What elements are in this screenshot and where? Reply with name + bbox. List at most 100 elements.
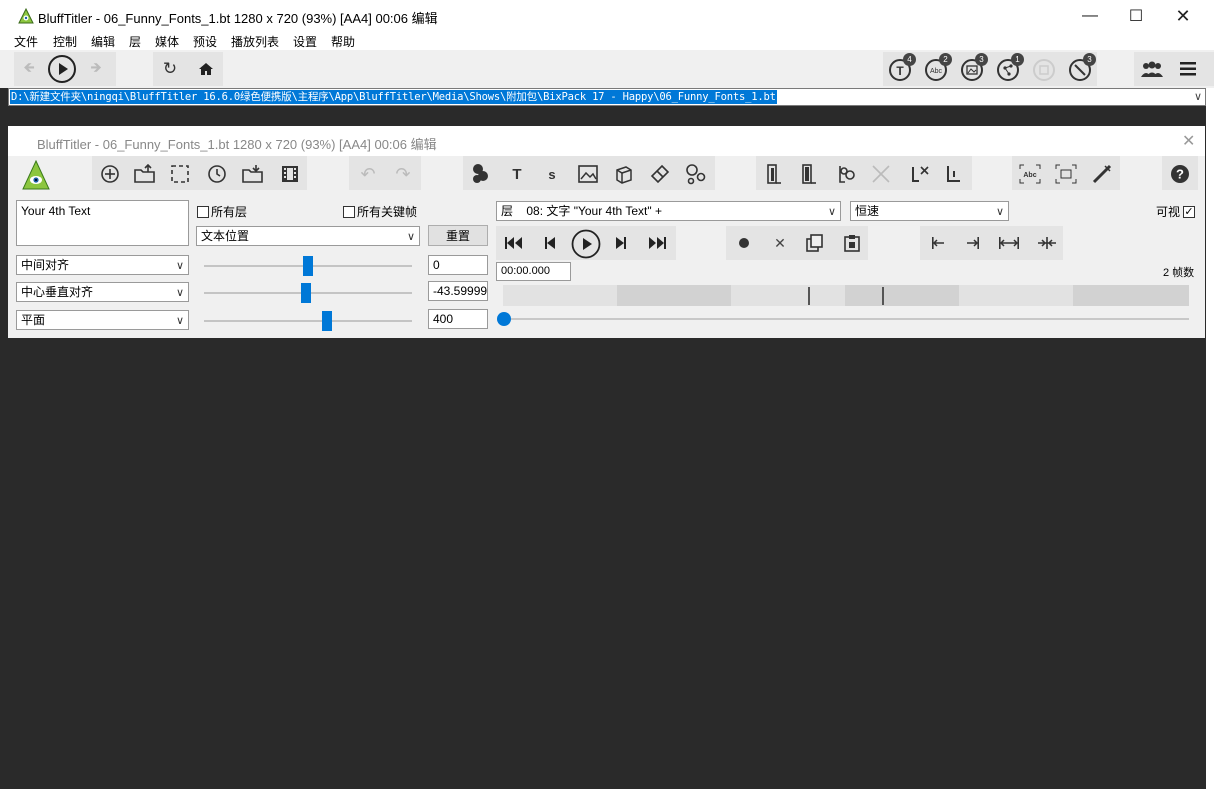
all-keyframes-checkbox[interactable]: 所有关键帧 <box>343 203 417 220</box>
layer-select[interactable]: 层 08: 文字 "Your 4th Text" + ∨ <box>496 201 841 221</box>
editor-window-title: BluffTitler - 06_Funny_Fonts_1.bt 1280 x… <box>37 137 437 152</box>
range-collapse-icon[interactable] <box>1036 233 1058 253</box>
play-icon[interactable] <box>570 228 602 260</box>
close-icon[interactable]: ✕ <box>1160 0 1206 32</box>
menu-file[interactable]: 文件 <box>14 33 38 50</box>
layer-insert-icon[interactable] <box>941 162 965 186</box>
picture-icon[interactable] <box>576 162 600 186</box>
copy-icon[interactable] <box>804 232 826 254</box>
x-value-field[interactable]: 0 <box>428 255 488 275</box>
layer-unlink-icon[interactable] <box>869 162 893 186</box>
file-group <box>92 156 307 190</box>
paste-icon[interactable] <box>841 232 863 254</box>
skip-to-start-icon[interactable] <box>504 233 524 253</box>
reset-button[interactable]: 重置 <box>428 225 488 246</box>
checkbox-box[interactable] <box>343 205 355 218</box>
cube-icon[interactable] <box>612 162 636 186</box>
z-slider-thumb[interactable] <box>321 311 332 331</box>
blufftitler-logo-icon <box>18 8 34 24</box>
plane-value: 平面 <box>21 313 46 327</box>
keyframe-marker[interactable] <box>882 287 884 305</box>
font-abc-icon[interactable]: Abc <box>1018 162 1042 186</box>
time-field[interactable]: 00:00.000 <box>496 262 571 281</box>
magic-wand-icon[interactable] <box>1090 162 1114 186</box>
y-value-field[interactable]: -43.5999985 <box>428 281 488 301</box>
minimize-icon[interactable]: — <box>1067 0 1113 32</box>
timeline-track[interactable] <box>503 285 1189 306</box>
horizontal-align-value: 中间对齐 <box>21 258 70 272</box>
speed-select[interactable]: 恒速 ∨ <box>850 201 1009 221</box>
import-folder-icon[interactable] <box>241 162 265 186</box>
layer-link-icon[interactable] <box>834 162 858 186</box>
file-path-text: D:\新建文件夹\ningqi\BluffTitler 16.6.0绿色便携版\… <box>10 90 777 104</box>
menu-control[interactable]: 控制 <box>53 33 77 50</box>
particle-layer-icon[interactable] <box>468 162 492 186</box>
vertical-align-select[interactable]: 中心垂直对齐 ∨ <box>16 282 189 302</box>
text-icon[interactable]: T <box>505 162 529 186</box>
menu-playlist[interactable]: 播放列表 <box>231 33 279 50</box>
menu-settings[interactable]: 设置 <box>293 33 317 50</box>
undo-icon[interactable]: ↶ <box>356 162 380 186</box>
users-icon[interactable] <box>1138 59 1166 79</box>
z-value-field[interactable]: 400 <box>428 309 488 329</box>
property-select[interactable]: 文本位置 ∨ <box>196 226 420 246</box>
window-title: BluffTitler - 06_Funny_Fonts_1.bt 1280 x… <box>38 11 438 26</box>
menu-edit[interactable]: 编辑 <box>91 33 115 50</box>
layer-paste-icon[interactable] <box>797 162 821 186</box>
film-icon[interactable] <box>278 162 302 186</box>
all-layers-checkbox[interactable]: 所有层 <box>197 203 247 220</box>
help-icon[interactable]: ? <box>1168 162 1192 186</box>
resolution-icon[interactable] <box>168 162 192 186</box>
visible-label: 可视 <box>1156 205 1181 219</box>
timeline-segment <box>617 285 731 306</box>
text-content-field[interactable]: Your 4th Text <box>16 200 189 246</box>
record-icon[interactable] <box>734 233 754 253</box>
new-show-icon[interactable] <box>98 162 122 186</box>
next-frame-icon[interactable] <box>611 233 631 253</box>
chevron-down-icon: ∨ <box>406 231 415 243</box>
forward-arrow-icon[interactable]: 🡺 <box>87 59 105 78</box>
previous-frame-icon[interactable] <box>540 233 560 253</box>
redo-icon[interactable]: ↷ <box>391 162 415 186</box>
horizontal-align-select[interactable]: 中间对齐 ∨ <box>16 255 189 275</box>
fit-picture-icon[interactable] <box>1054 162 1078 186</box>
close-icon[interactable]: ✕ <box>1182 131 1195 151</box>
checkbox-box[interactable] <box>197 205 209 218</box>
range-expand-icon[interactable] <box>998 233 1020 253</box>
layer-delete-icon[interactable] <box>908 162 932 186</box>
open-folder-icon[interactable] <box>133 162 157 186</box>
play-icon[interactable] <box>47 54 77 84</box>
background-window-strip <box>1206 88 1214 789</box>
home-icon[interactable] <box>196 59 216 79</box>
box-layer-icon[interactable] <box>1032 56 1058 82</box>
y-slider-thumb[interactable] <box>300 283 311 303</box>
refresh-icon[interactable]: ↻ <box>160 59 180 79</box>
back-arrow-icon[interactable]: 🡸 <box>20 59 38 78</box>
range-end-icon[interactable] <box>963 233 983 253</box>
plasma-icon[interactable] <box>684 162 708 186</box>
subtitle-icon[interactable]: s <box>540 162 564 186</box>
position-slider-thumb[interactable] <box>497 312 511 326</box>
skip-to-end-icon[interactable] <box>647 233 667 253</box>
menu-help[interactable]: 帮助 <box>331 33 355 50</box>
delete-keyframe-icon[interactable]: ✕ <box>770 233 790 253</box>
menu-presets[interactable]: 预设 <box>193 33 217 50</box>
keyframe-marker[interactable] <box>808 287 810 305</box>
path-combobox[interactable]: D:\新建文件夹\ningqi\BluffTitler 16.6.0绿色便携版\… <box>8 88 1206 106</box>
maximize-icon[interactable]: ☐ <box>1113 0 1159 32</box>
badge: 3 <box>1083 53 1096 66</box>
menu-layer[interactable]: 层 <box>129 33 141 50</box>
range-start-icon[interactable] <box>928 233 948 253</box>
chevron-down-icon[interactable]: ∨ <box>1194 90 1202 103</box>
clock-icon[interactable] <box>205 162 229 186</box>
eraser-icon[interactable] <box>648 162 672 186</box>
hamburger-menu-icon[interactable] <box>1179 59 1197 79</box>
layer-copy-icon[interactable] <box>762 162 786 186</box>
plane-select[interactable]: 平面 ∨ <box>16 310 189 330</box>
checkmark-icon[interactable]: ✓ <box>1183 205 1196 218</box>
x-slider-thumb[interactable] <box>303 256 313 276</box>
menu-media[interactable]: 媒体 <box>155 33 179 50</box>
z-slider-track <box>204 320 412 322</box>
chevron-down-icon: ∨ <box>827 206 836 218</box>
visible-checkbox[interactable]: 可视 ✓ <box>1156 203 1197 220</box>
